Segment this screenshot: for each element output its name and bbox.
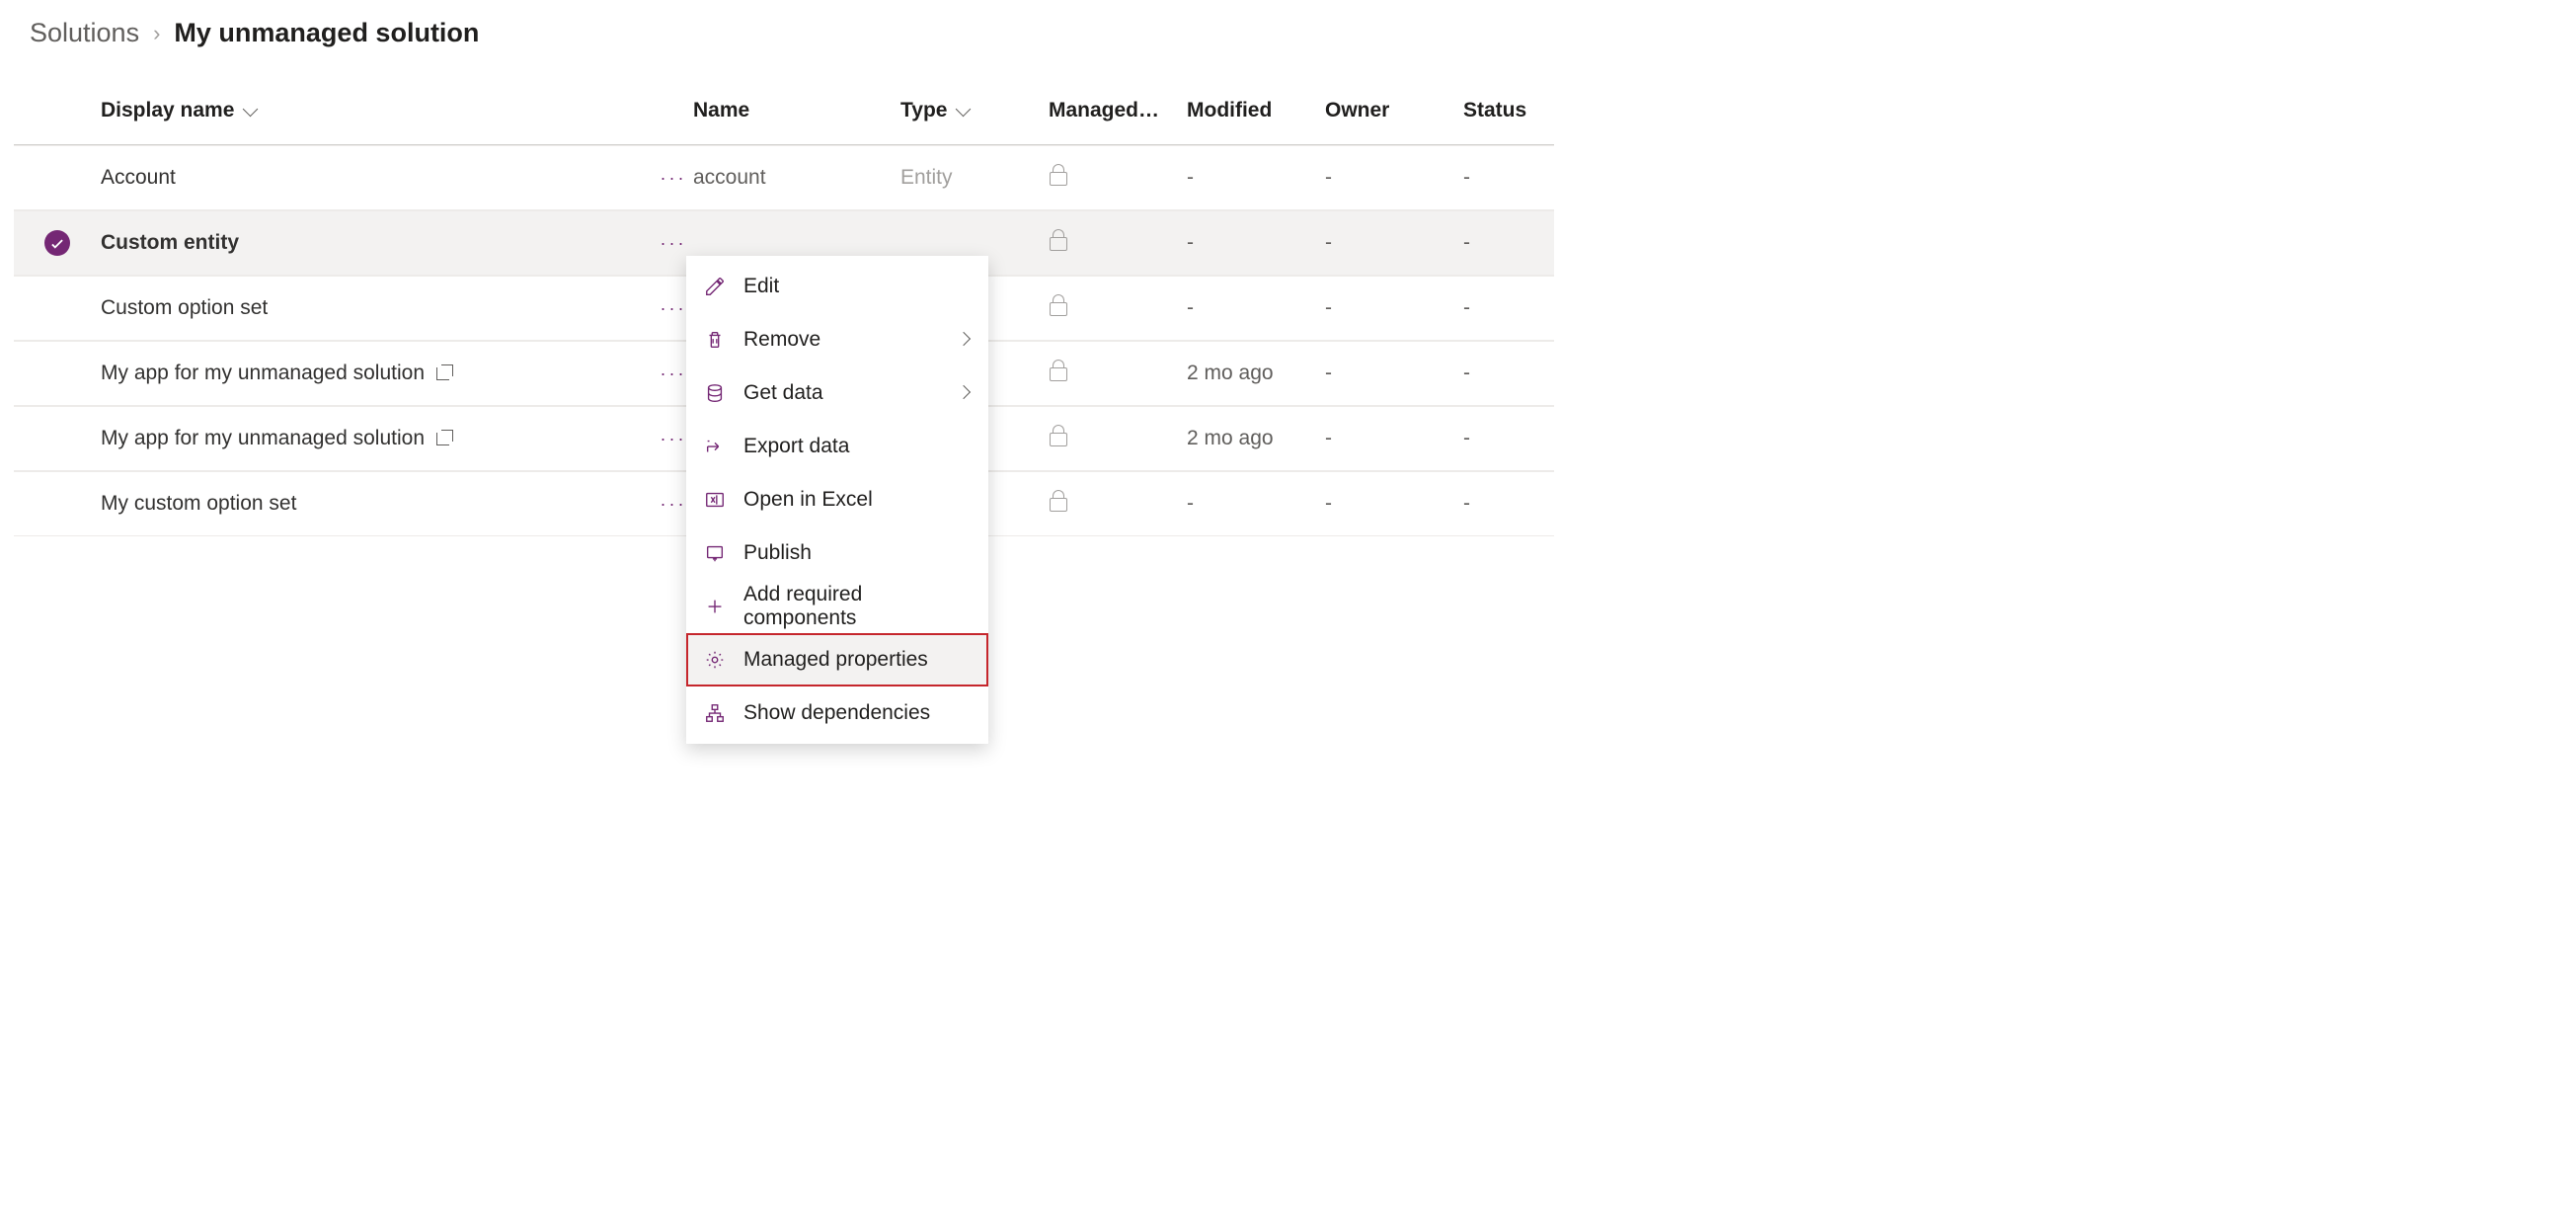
column-header-type[interactable]: Type (900, 99, 1049, 122)
type-cell: Entity (900, 166, 1049, 190)
owner-cell: - (1325, 296, 1463, 320)
menu-item-label: Add required components (743, 583, 971, 630)
chevron-down-icon (242, 106, 258, 116)
lock-icon (1049, 425, 1068, 446)
plus-icon (704, 596, 726, 617)
modified-cell: - (1187, 166, 1325, 190)
chevron-right-icon (959, 334, 971, 346)
lock-icon (1049, 164, 1068, 186)
open-external-icon (434, 363, 454, 383)
menu-item-edit[interactable]: Edit (686, 260, 988, 313)
delete-icon (704, 329, 726, 351)
display-name-cell[interactable]: Account (101, 166, 654, 190)
menu-item-label: Remove (743, 328, 820, 352)
owner-cell: - (1325, 492, 1463, 516)
status-cell: - (1463, 166, 1554, 190)
modified-cell: 2 mo ago (1187, 427, 1325, 450)
gear-icon (704, 649, 726, 671)
row-context-menu: Edit Remove Get data Export data Open in Exc… (686, 256, 988, 744)
managed-cell (1049, 164, 1187, 192)
menu-item-remove[interactable]: Remove (686, 313, 988, 366)
chevron-down-icon (955, 106, 971, 116)
display-name-cell[interactable]: Custom entity (101, 231, 654, 255)
database-icon (704, 382, 726, 404)
menu-item-label: Managed properties (743, 648, 928, 672)
modified-cell: 2 mo ago (1187, 362, 1325, 385)
status-cell: - (1463, 231, 1554, 255)
breadcrumb: Solutions › My unmanaged solution (0, 0, 2576, 76)
lock-icon (1049, 229, 1068, 251)
chevron-right-icon: › (153, 21, 160, 46)
name-cell: account (693, 166, 900, 190)
lock-icon (1049, 490, 1068, 512)
display-name-cell[interactable]: My custom option set (101, 492, 654, 516)
owner-cell: - (1325, 231, 1463, 255)
managed-cell (1049, 294, 1187, 322)
menu-item-label: Open in Excel (743, 488, 873, 512)
selected-check-icon[interactable] (44, 230, 70, 256)
menu-item-open-in-excel[interactable]: Open in Excel (686, 473, 988, 526)
menu-item-show-dependencies[interactable]: Show dependencies (686, 686, 988, 740)
owner-cell: - (1325, 427, 1463, 450)
column-header-managed[interactable]: Managed… (1049, 99, 1187, 122)
modified-cell: - (1187, 231, 1325, 255)
lock-icon (1049, 294, 1068, 316)
export-icon (704, 436, 726, 457)
managed-cell (1049, 490, 1187, 518)
menu-item-get-data[interactable]: Get data (686, 366, 988, 420)
menu-item-label: Get data (743, 381, 823, 405)
status-cell: - (1463, 296, 1554, 320)
menu-item-export-data[interactable]: Export data (686, 420, 988, 473)
owner-cell: - (1325, 362, 1463, 385)
column-header-modified[interactable]: Modified (1187, 99, 1325, 122)
chevron-right-icon (959, 387, 971, 399)
display-name-cell[interactable]: My app for my unmanaged solution (101, 362, 654, 385)
excel-icon (704, 489, 726, 511)
managed-cell (1049, 360, 1187, 387)
publish-icon (704, 542, 726, 564)
breadcrumb-parent-link[interactable]: Solutions (30, 18, 139, 48)
hierarchy-icon (704, 702, 726, 724)
menu-item-label: Edit (743, 275, 779, 298)
menu-item-label: Export data (743, 435, 849, 458)
row-more-actions-button[interactable]: ··· (654, 233, 693, 254)
menu-item-label: Publish (743, 541, 812, 565)
modified-cell: - (1187, 492, 1325, 516)
status-cell: - (1463, 427, 1554, 450)
modified-cell: - (1187, 296, 1325, 320)
status-cell: - (1463, 362, 1554, 385)
menu-item-publish[interactable]: Publish (686, 526, 988, 580)
owner-cell: - (1325, 166, 1463, 190)
display-name-cell[interactable]: My app for my unmanaged solution (101, 427, 654, 450)
edit-icon (704, 276, 726, 297)
column-header-display-name[interactable]: Display name (101, 99, 654, 122)
status-cell: - (1463, 492, 1554, 516)
menu-item-add-required-components[interactable]: Add required components (686, 580, 988, 633)
column-header-status[interactable]: Status (1463, 99, 1554, 122)
column-header-name[interactable]: Name (693, 99, 900, 122)
lock-icon (1049, 360, 1068, 381)
row-more-actions-button[interactable]: ··· (654, 168, 693, 189)
menu-item-label: Show dependencies (743, 701, 930, 725)
breadcrumb-current: My unmanaged solution (174, 18, 479, 48)
managed-cell (1049, 425, 1187, 452)
grid-header-row: Display name Name Type Managed… Modified… (14, 76, 1554, 145)
menu-item-managed-properties[interactable]: Managed properties (686, 633, 988, 686)
display-name-cell[interactable]: Custom option set (101, 296, 654, 320)
table-row[interactable]: Account···accountEntity--- (14, 145, 1554, 210)
column-header-owner[interactable]: Owner (1325, 99, 1463, 122)
managed-cell (1049, 229, 1187, 257)
open-external-icon (434, 429, 454, 448)
